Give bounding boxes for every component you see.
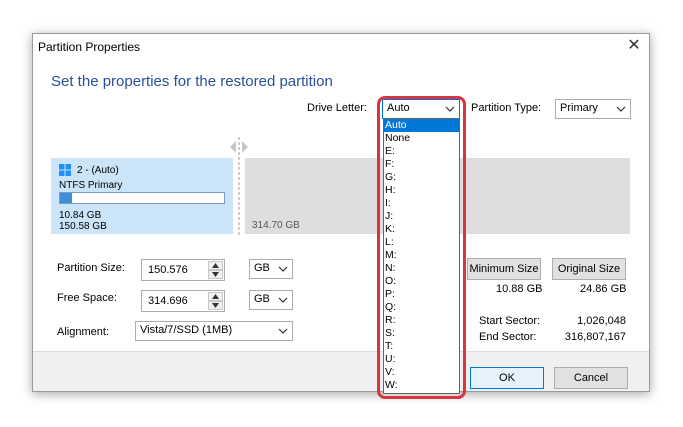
dropdown-option[interactable]: O:	[384, 275, 459, 288]
alignment-select[interactable]: Vista/7/SSD (1MB)	[135, 321, 293, 341]
dropdown-option[interactable]: I:	[384, 197, 459, 210]
arrow-down-icon	[212, 303, 219, 308]
free-space-up-button[interactable]	[208, 292, 223, 301]
free-space-down-button[interactable]	[208, 301, 223, 310]
original-size-value: 24.86 GB	[580, 283, 627, 295]
drive-letter-value: Auto	[387, 102, 410, 114]
partition-usage-bar	[59, 192, 225, 204]
partition-size-down-button[interactable]	[208, 270, 223, 279]
minimum-size-value: 10.88 GB	[496, 283, 543, 295]
arrow-up-icon	[212, 263, 219, 268]
dropdown-option[interactable]: L:	[384, 236, 459, 249]
start-sector-label: Start Sector:	[479, 315, 541, 327]
close-icon[interactable]: ✕	[625, 37, 643, 55]
partition-size-unit-select[interactable]: GB	[249, 259, 293, 279]
arrow-up-icon	[212, 294, 219, 299]
dialog-footer: OK Cancel	[33, 351, 649, 391]
partition-size-unit: GB	[254, 262, 270, 274]
partition-size-up-button[interactable]	[208, 261, 223, 270]
dropdown-option[interactable]: N:	[384, 262, 459, 275]
alignment-value: Vista/7/SSD (1MB)	[140, 324, 233, 336]
drive-letter-label: Drive Letter:	[307, 102, 367, 114]
partition-type-value: Primary	[560, 102, 598, 114]
chevron-down-icon	[616, 106, 626, 112]
free-space-unit: GB	[254, 293, 270, 305]
dropdown-option[interactable]: F:	[384, 158, 459, 171]
partition-size-stepper[interactable]: 150.576	[141, 259, 225, 281]
dropdown-option[interactable]: G:	[384, 171, 459, 184]
free-space-label: Free Space:	[57, 292, 117, 304]
dropdown-option[interactable]: V:	[384, 366, 459, 379]
partition-size-value: 150.576	[148, 264, 188, 276]
dropdown-option[interactable]: R:	[384, 314, 459, 327]
partition-used: 10.84 GB	[59, 210, 102, 221]
free-space-value: 314.696	[148, 295, 188, 307]
windows-logo-icon	[59, 164, 71, 176]
original-size-button[interactable]: Original Size	[552, 258, 626, 280]
title-bar: Partition Properties ✕	[33, 34, 649, 60]
partition-name: 2 - (Auto)	[77, 165, 119, 176]
partition-fs: NTFS Primary	[59, 180, 123, 191]
dropdown-option[interactable]: None	[384, 132, 459, 145]
dialog-title: Partition Properties	[38, 40, 141, 54]
drive-letter-dropdown-list[interactable]: Auto None E: F: G: H: I: J: K: L: M: N: O: P: Q: R: S: T:…	[383, 118, 460, 394]
dropdown-option[interactable]: T:	[384, 340, 459, 353]
partition-type-select[interactable]: Primary	[555, 99, 631, 119]
chevron-down-icon	[278, 297, 288, 303]
dropdown-option[interactable]: P:	[384, 288, 459, 301]
chevron-down-icon	[278, 266, 288, 272]
dropdown-option[interactable]: H:	[384, 184, 459, 197]
dropdown-option[interactable]: U:	[384, 353, 459, 366]
dropdown-option[interactable]: K:	[384, 223, 459, 236]
free-space-unit-select[interactable]: GB	[249, 290, 293, 310]
dialog-heading: Set the properties for the restored part…	[51, 73, 333, 90]
end-sector-label: End Sector:	[479, 331, 537, 343]
unallocated-size: 314.70 GB	[252, 220, 300, 231]
alignment-label: Alignment:	[57, 326, 109, 338]
dropdown-option[interactable]: W:	[384, 379, 459, 392]
cancel-button[interactable]: Cancel	[554, 367, 628, 389]
ok-button[interactable]: OK	[470, 367, 544, 389]
dropdown-option[interactable]: Q:	[384, 301, 459, 314]
drive-letter-select[interactable]: Auto	[382, 99, 460, 119]
arrow-down-icon	[212, 272, 219, 277]
free-space-stepper[interactable]: 314.696	[141, 290, 225, 312]
dropdown-option[interactable]: J:	[384, 210, 459, 223]
partition-usage-fill	[60, 193, 72, 203]
dropdown-option[interactable]: M:	[384, 249, 459, 262]
dropdown-option[interactable]: S:	[384, 327, 459, 340]
end-sector-value: 316,807,167	[564, 331, 626, 343]
partition-total: 150.58 GB	[59, 221, 107, 232]
dropdown-option[interactable]: Auto	[384, 119, 459, 132]
dropdown-option[interactable]: E:	[384, 145, 459, 158]
partition-properties-dialog: Partition Properties ✕ Set the propertie…	[32, 33, 650, 392]
chevron-down-icon	[278, 328, 288, 334]
partition-size-label: Partition Size:	[57, 262, 125, 274]
start-sector-value: 1,026,048	[577, 315, 626, 327]
chevron-down-icon	[445, 106, 455, 112]
minimum-size-button[interactable]: Minimum Size	[467, 258, 541, 280]
partition-type-label: Partition Type:	[471, 102, 542, 114]
